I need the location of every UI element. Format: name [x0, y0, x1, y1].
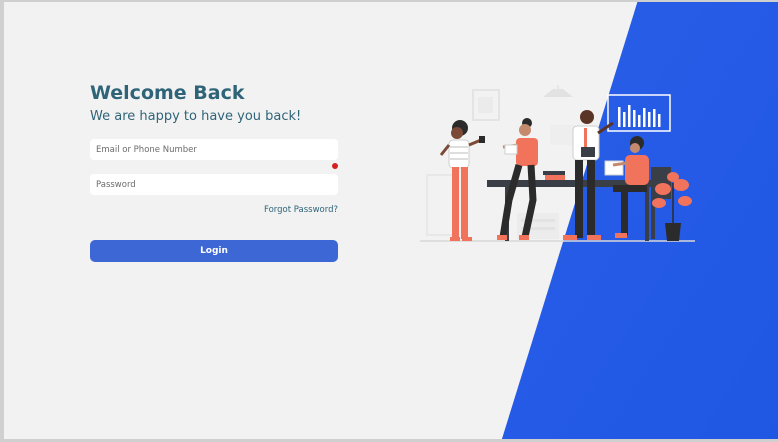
validation-error-dot [332, 163, 338, 169]
login-page: Welcome Back We are happy to have you ba… [0, 0, 778, 442]
page-subtitle: We are happy to have you back! [90, 109, 302, 124]
window-top-edge [0, 0, 778, 2]
window-left-edge [0, 0, 4, 442]
person-holding-coffee [439, 120, 485, 241]
page-title: Welcome Back [90, 82, 245, 104]
login-button[interactable]: Login [90, 240, 338, 262]
email-field[interactable] [90, 139, 338, 160]
login-form: Welcome Back We are happy to have you ba… [90, 80, 340, 262]
team-meeting-illustration [420, 85, 695, 242]
chart-board-icon [607, 94, 671, 132]
forgot-password-link[interactable]: Forgot Password? [264, 205, 338, 215]
password-field[interactable] [90, 174, 338, 195]
